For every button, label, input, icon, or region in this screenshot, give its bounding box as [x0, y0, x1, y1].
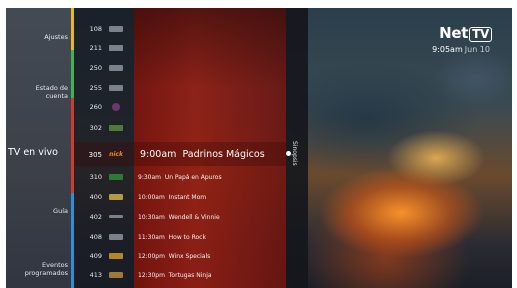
menu-item-ajustes[interactable]: Ajustes [44, 33, 68, 41]
tv-screen: Ajustes Estado de cuenta TV en vivo Guía… [6, 8, 512, 288]
channel-number[interactable]: 250 [78, 64, 102, 72]
channel-number[interactable]: 255 [78, 84, 102, 92]
program-time: 9:30am [138, 174, 161, 181]
program-time: 12:00pm [138, 253, 165, 260]
channel-logo-icon [106, 172, 126, 181]
program-title: Wendell & Vinnie [168, 214, 220, 221]
program-time: 10:30am [138, 214, 165, 221]
program-item[interactable]: 12:00pm Winx Specials [138, 253, 210, 260]
channel-logo-icon [106, 251, 126, 260]
menu-item-tv-en-vivo[interactable]: TV en vivo [6, 148, 58, 158]
brand-name-suffix: TV [469, 27, 492, 42]
channel-logo-icon [106, 123, 126, 132]
channel-logo-icon [106, 102, 126, 111]
clock-time: 9:05am [432, 45, 463, 54]
program-title: Un Papá en Apuros [164, 174, 222, 181]
channel-logo-icon [106, 63, 126, 72]
channel-number[interactable]: 408 [78, 233, 102, 241]
channel-number[interactable]: 302 [78, 124, 102, 132]
channel-number[interactable]: 400 [78, 193, 102, 201]
program-title: Padrinos Mágicos [182, 149, 265, 160]
program-time: 11:30am [138, 234, 165, 241]
program-title: Tortugas Ninja [168, 272, 212, 279]
menu-item-estado-de-cuenta[interactable]: Estado de cuenta [18, 84, 68, 100]
channel-logo-icon [106, 192, 126, 201]
program-item[interactable]: 11:30am How to Rock [138, 234, 206, 241]
program-title: Instant Mom [168, 194, 207, 201]
brand-name-prefix: Net [439, 24, 469, 42]
program-time: 9:00am [140, 149, 177, 160]
clock-date: Jun 10 [464, 45, 490, 54]
channel-number[interactable]: 402 [78, 213, 102, 221]
program-title: Winx Specials [168, 253, 211, 260]
channel-number-selected[interactable]: 305 [78, 151, 102, 159]
channel-number[interactable]: 413 [78, 271, 102, 279]
program-item[interactable]: 10:00am Instant Mom [138, 194, 206, 201]
menu-item-eventos-programados[interactable]: Eventos programados [18, 261, 68, 277]
program-time: 10:00am [138, 194, 165, 201]
channel-logo-icon [106, 232, 126, 241]
channel-number[interactable]: 211 [78, 44, 102, 52]
channel-logo-icon [106, 83, 126, 92]
channel-number[interactable]: 260 [78, 103, 102, 111]
channel-number[interactable]: 409 [78, 252, 102, 260]
program-title: How to Rock [168, 234, 206, 241]
channel-logo-icon [106, 43, 126, 52]
guide-panel-shade [134, 8, 286, 88]
program-current[interactable]: 9:00am Padrinos Mágicos [140, 149, 265, 160]
channel-logo-icon [106, 270, 126, 279]
channel-logo-icon [106, 24, 126, 33]
channel-logo-icon [106, 212, 126, 221]
menu-item-guia[interactable]: Guía [53, 207, 68, 215]
channel-number[interactable]: 310 [78, 173, 102, 181]
synopsis-label[interactable]: Sinopsis [291, 141, 298, 166]
channel-number[interactable]: 108 [78, 25, 102, 33]
channel-logo-nick-icon: nick [109, 151, 123, 158]
main-menu: Ajustes Estado de cuenta TV en vivo Guía… [6, 8, 74, 288]
clock: 9:05am Jun 10 [432, 45, 490, 54]
brand-logo: Net TV [439, 24, 492, 42]
program-time: 12:30pm [138, 272, 165, 279]
program-item[interactable]: 9:30am Un Papá en Apuros [138, 174, 222, 181]
program-item[interactable]: 10:30am Wendell & Vinnie [138, 214, 220, 221]
program-item[interactable]: 12:30pm Tortugas Ninja [138, 272, 212, 279]
